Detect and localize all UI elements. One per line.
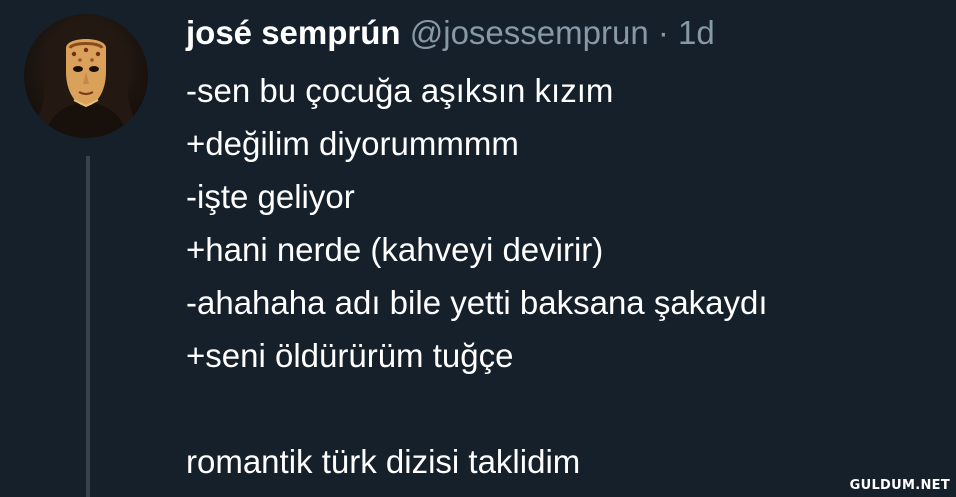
- author-handle[interactable]: @josessemprun: [410, 14, 649, 51]
- meta-separator: ·: [657, 14, 669, 51]
- avatar[interactable]: [24, 14, 148, 138]
- thread-line: [86, 156, 90, 497]
- tweet-text-line: romantik türk dizisi taklidim: [186, 443, 581, 480]
- tweet-text-line: +değilim diyorummmm: [186, 125, 519, 162]
- tweet-text-line: +seni öldürürüm tuğçe: [186, 337, 514, 374]
- author-name[interactable]: josé semprún: [186, 14, 401, 51]
- watermark: GULDUM.NET: [849, 478, 950, 493]
- tweet-text-line: -işte geliyor: [186, 178, 355, 215]
- tweet-text-line: -sen bu çocuğa aşıksın kızım: [186, 72, 614, 109]
- tweet-header: josé semprún @josessemprun · 1d: [186, 10, 715, 56]
- tweet-text: -sen bu çocuğa aşıksın kızım +değilim di…: [186, 64, 768, 488]
- tweet-text-line: +hani nerde (kahveyi devirir): [186, 231, 604, 268]
- tweet-timestamp[interactable]: 1d: [678, 14, 715, 51]
- tweet: josé semprún @josessemprun · 1d -sen bu …: [0, 0, 956, 497]
- tweet-text-line: -ahahaha adı bile yetti baksana şakaydı: [186, 284, 768, 321]
- masked-figure-icon: [28, 22, 144, 138]
